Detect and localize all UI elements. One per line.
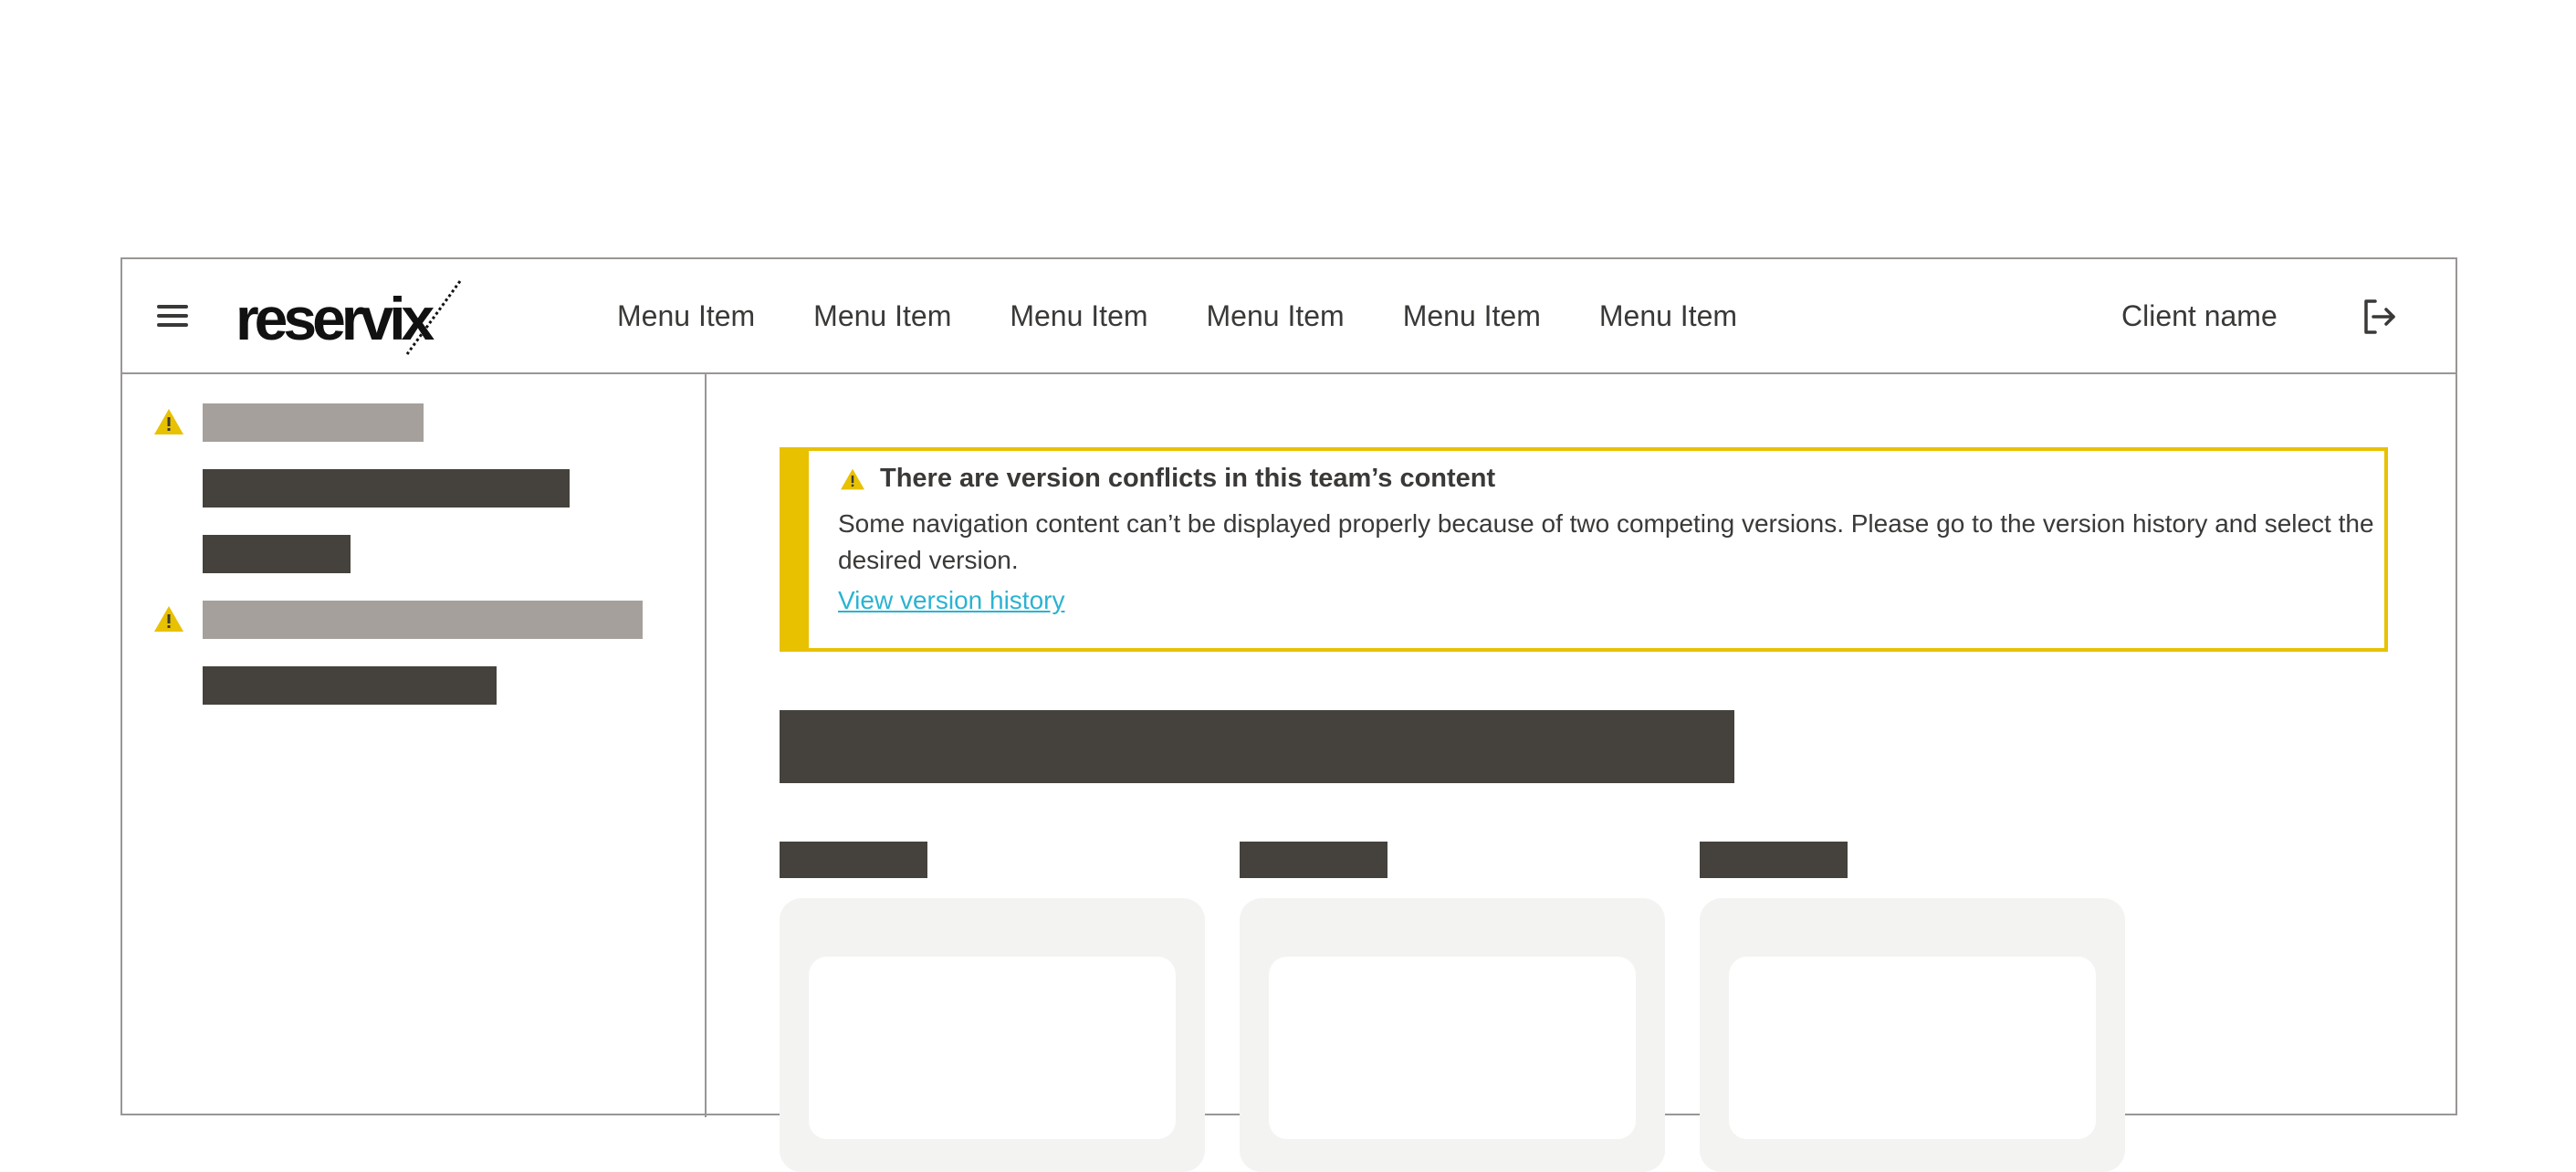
menu-item-5[interactable]: Menu Item [1403, 299, 1541, 333]
logout-icon[interactable] [2361, 298, 2399, 336]
content-card[interactable] [780, 898, 1205, 1172]
page-title-placeholder [780, 710, 1734, 783]
reservix-logo[interactable]: reservix [236, 277, 462, 360]
sidebar-item-placeholder [203, 535, 351, 573]
warning-icon [154, 409, 183, 434]
menu-item-3[interactable]: Menu Item [1010, 299, 1147, 333]
column-label-placeholder [1700, 842, 1848, 878]
alert-title-text: There are version conflicts in this team… [880, 464, 1496, 493]
card-inner-panel [1269, 957, 1636, 1139]
menu-item-1[interactable]: Menu Item [617, 299, 755, 333]
menu-item-6[interactable]: Menu Item [1599, 299, 1737, 333]
client-name[interactable]: Client name [2121, 259, 2278, 372]
sidebar-item-placeholder [203, 469, 570, 508]
logo-slash-icon [405, 280, 462, 355]
alert-title: There are version conflicts in this team… [840, 464, 1495, 494]
menu-item-4[interactable]: Menu Item [1207, 299, 1345, 333]
sidebar-item-placeholder [203, 403, 424, 442]
menu-item-2[interactable]: Menu Item [813, 299, 951, 333]
main-menu: Menu Item Menu Item Menu Item Menu Item … [617, 259, 1796, 372]
view-version-history-link[interactable]: View version history [838, 586, 1064, 615]
app-window: reservix Menu Item Menu Item Menu Item M… [120, 257, 2457, 1172]
sidebar-item-placeholder [203, 666, 497, 705]
version-conflict-alert: There are version conflicts in this team… [780, 447, 2388, 652]
warning-icon [841, 468, 864, 489]
sidebar-item-placeholder [203, 601, 643, 639]
sidebar [122, 374, 707, 1117]
column-label-placeholder [780, 842, 927, 878]
content-card[interactable] [1240, 898, 1665, 1172]
main-content: There are version conflicts in this team… [707, 374, 2456, 1172]
warning-icon [154, 606, 183, 632]
card-inner-panel [1729, 957, 2096, 1139]
content-card[interactable] [1700, 898, 2125, 1172]
card-inner-panel [809, 957, 1176, 1139]
hamburger-icon[interactable] [157, 305, 190, 329]
alert-body: Some navigation content can’t be display… [838, 509, 2374, 574]
top-navigation-bar: reservix Menu Item Menu Item Menu Item M… [122, 259, 2456, 374]
column-label-placeholder [1240, 842, 1387, 878]
